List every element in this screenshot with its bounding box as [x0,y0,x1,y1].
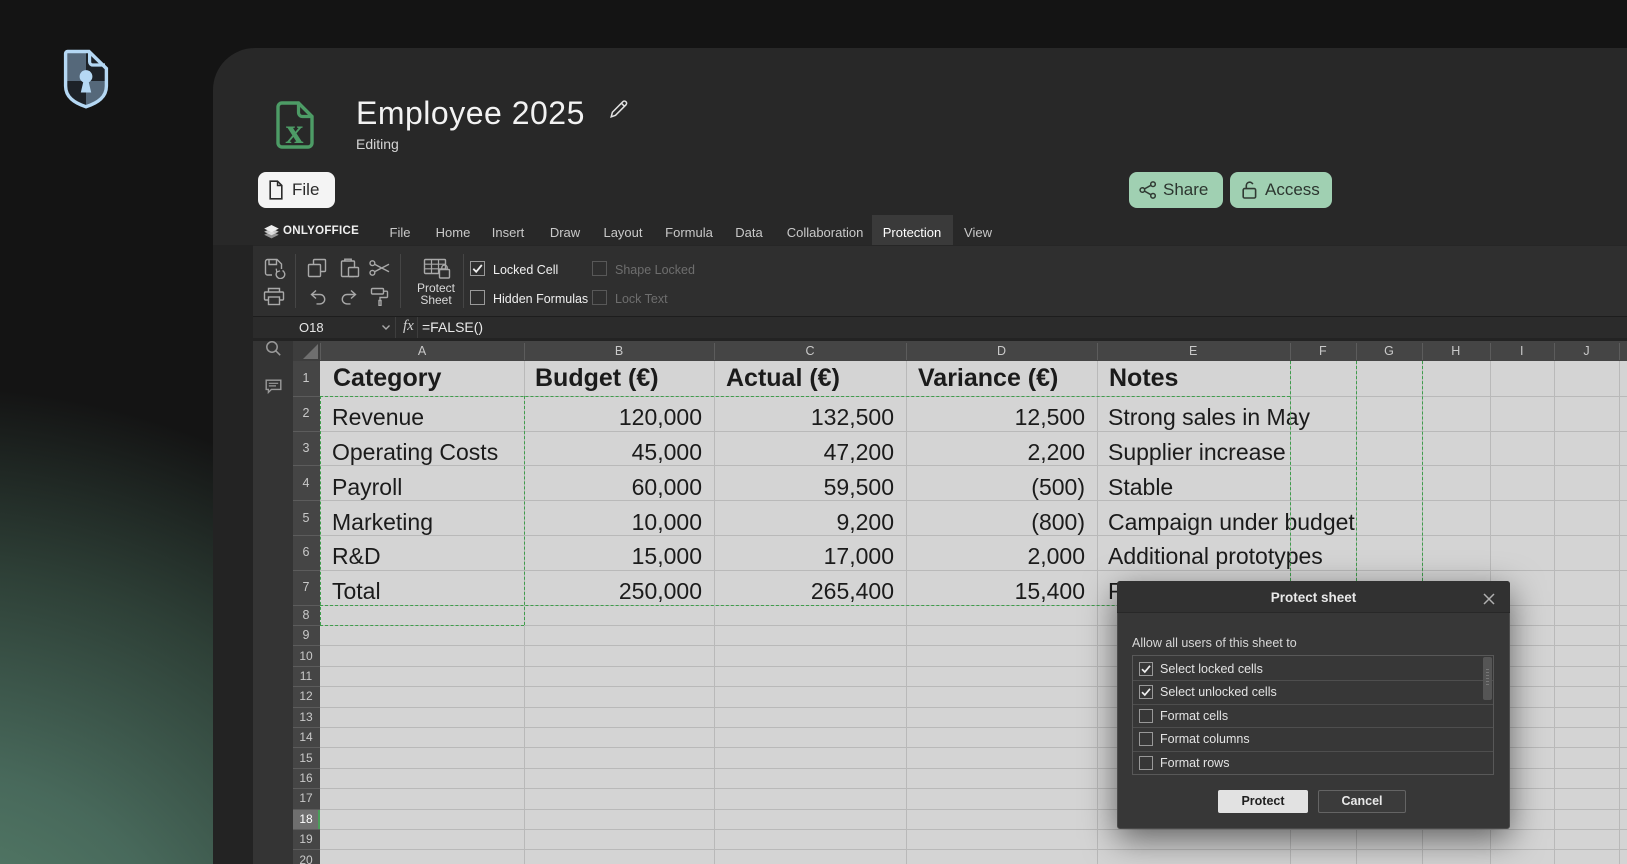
svg-text:x: x [286,111,304,149]
